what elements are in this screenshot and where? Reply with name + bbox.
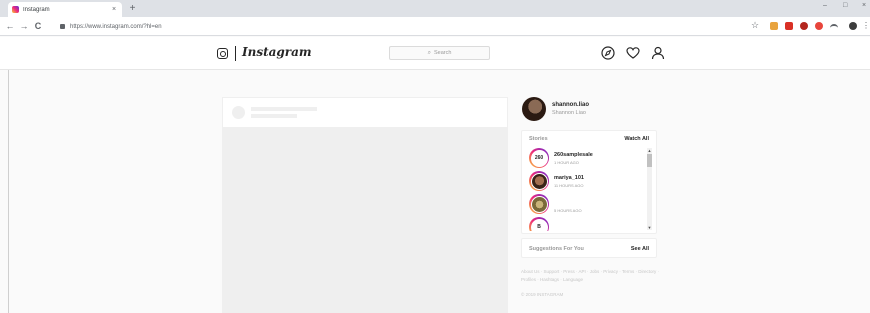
page-left-edge	[8, 70, 9, 313]
person-icon[interactable]	[651, 46, 665, 60]
extension-icon-5[interactable]	[830, 24, 838, 28]
story-ring	[529, 171, 549, 191]
stories-title: Stories	[529, 136, 548, 142]
post-avatar-placeholder	[232, 106, 245, 119]
story-item[interactable]: mariya_101 11 HOURS AGO	[529, 171, 647, 193]
extension-icon-4[interactable]	[815, 22, 823, 30]
instagram-logo[interactable]: Instagram	[242, 45, 312, 59]
story-username: mariya_101	[554, 175, 584, 181]
search-input[interactable]: ⌕ Search	[389, 46, 490, 60]
footer-links[interactable]: About Us · Support · Press · API · Jobs …	[521, 268, 661, 284]
story-ring	[529, 194, 549, 214]
story-avatar	[530, 172, 548, 190]
profile-username[interactable]: shannon.liao	[552, 102, 589, 108]
story-avatar: B	[530, 218, 548, 231]
browser-toolbar: ← → C https://www.instagram.com/?hl=en ☆…	[0, 17, 870, 36]
story-ring: 260	[529, 148, 549, 168]
story-time: 1 HOUR AGO	[554, 160, 579, 165]
story-item[interactable]: 5 HOURS AGO	[529, 194, 647, 216]
watch-all-link[interactable]: Watch All	[624, 136, 649, 142]
extension-icon-3[interactable]	[800, 22, 808, 30]
bookmark-star-icon[interactable]: ☆	[751, 20, 759, 31]
stories-header: Stories Watch All	[522, 131, 656, 146]
story-avatar: 260	[530, 149, 548, 167]
post-image-placeholder	[223, 127, 507, 313]
feed-post-placeholder	[222, 97, 508, 313]
search-icon: ⌕	[427, 49, 431, 56]
browser-tab-instagram[interactable]: Instagram ×	[8, 2, 122, 17]
address-bar[interactable]: https://www.instagram.com/?hl=en	[60, 20, 740, 33]
browser-tab-strip: Instagram × + – □ ×	[0, 0, 870, 17]
lock-icon	[60, 24, 65, 29]
instagram-favicon-icon	[12, 6, 19, 13]
story-time: 11 HOURS AGO	[554, 183, 584, 188]
story-item[interactable]: 260 260samplesale 1 HOUR AGO	[529, 148, 647, 170]
post-header	[223, 98, 507, 127]
forward-button[interactable]: →	[19, 20, 29, 32]
heart-icon[interactable]	[626, 46, 640, 60]
avatar[interactable]	[522, 97, 546, 121]
story-item[interactable]: B	[529, 217, 647, 231]
stories-scrollbar[interactable]: ▲ ▼	[647, 148, 652, 230]
compass-icon[interactable]	[601, 46, 615, 60]
address-url: https://www.instagram.com/?hl=en	[70, 23, 162, 30]
tab-title: Instagram	[23, 6, 50, 13]
profile-avatar-icon[interactable]	[849, 22, 857, 30]
logo-divider	[235, 46, 236, 61]
story-username: 260samplesale	[554, 152, 593, 158]
post-location-placeholder	[251, 114, 297, 118]
suggestions-panel: Suggestions For You See All	[521, 238, 657, 258]
story-avatar	[530, 195, 548, 213]
current-user-profile: shannon.liao Shannon Liao	[522, 97, 662, 123]
minimize-button[interactable]: –	[823, 2, 827, 9]
copyright: © 2019 INSTAGRAM	[521, 292, 564, 297]
profile-full-name: Shannon Liao	[552, 110, 586, 116]
see-all-link[interactable]: See All	[631, 246, 649, 252]
scroll-thumb[interactable]	[647, 154, 652, 167]
extension-icon-2[interactable]	[785, 22, 793, 30]
back-button[interactable]: ←	[5, 20, 15, 32]
instagram-header: Instagram ⌕ Search	[0, 37, 870, 70]
scroll-down-arrow-icon[interactable]: ▼	[647, 225, 652, 230]
stories-panel: Stories Watch All 260 260samplesale 1 HO…	[521, 130, 657, 234]
instagram-camera-icon[interactable]	[217, 48, 228, 59]
suggestions-title: Suggestions For You	[529, 246, 584, 252]
story-ring: B	[529, 217, 549, 231]
reload-button[interactable]: C	[33, 20, 43, 32]
story-time: 5 HOURS AGO	[554, 208, 582, 213]
post-username-placeholder	[251, 107, 317, 111]
new-tab-button[interactable]: +	[127, 3, 138, 14]
extension-icon-1[interactable]	[770, 22, 778, 30]
maximize-button[interactable]: □	[843, 2, 847, 9]
tab-close-button[interactable]: ×	[110, 6, 118, 13]
menu-dots-icon[interactable]: ⋮	[861, 20, 870, 32]
close-window-button[interactable]: ×	[862, 2, 866, 9]
scroll-up-arrow-icon[interactable]: ▲	[647, 148, 652, 153]
search-placeholder: Search	[433, 50, 452, 56]
